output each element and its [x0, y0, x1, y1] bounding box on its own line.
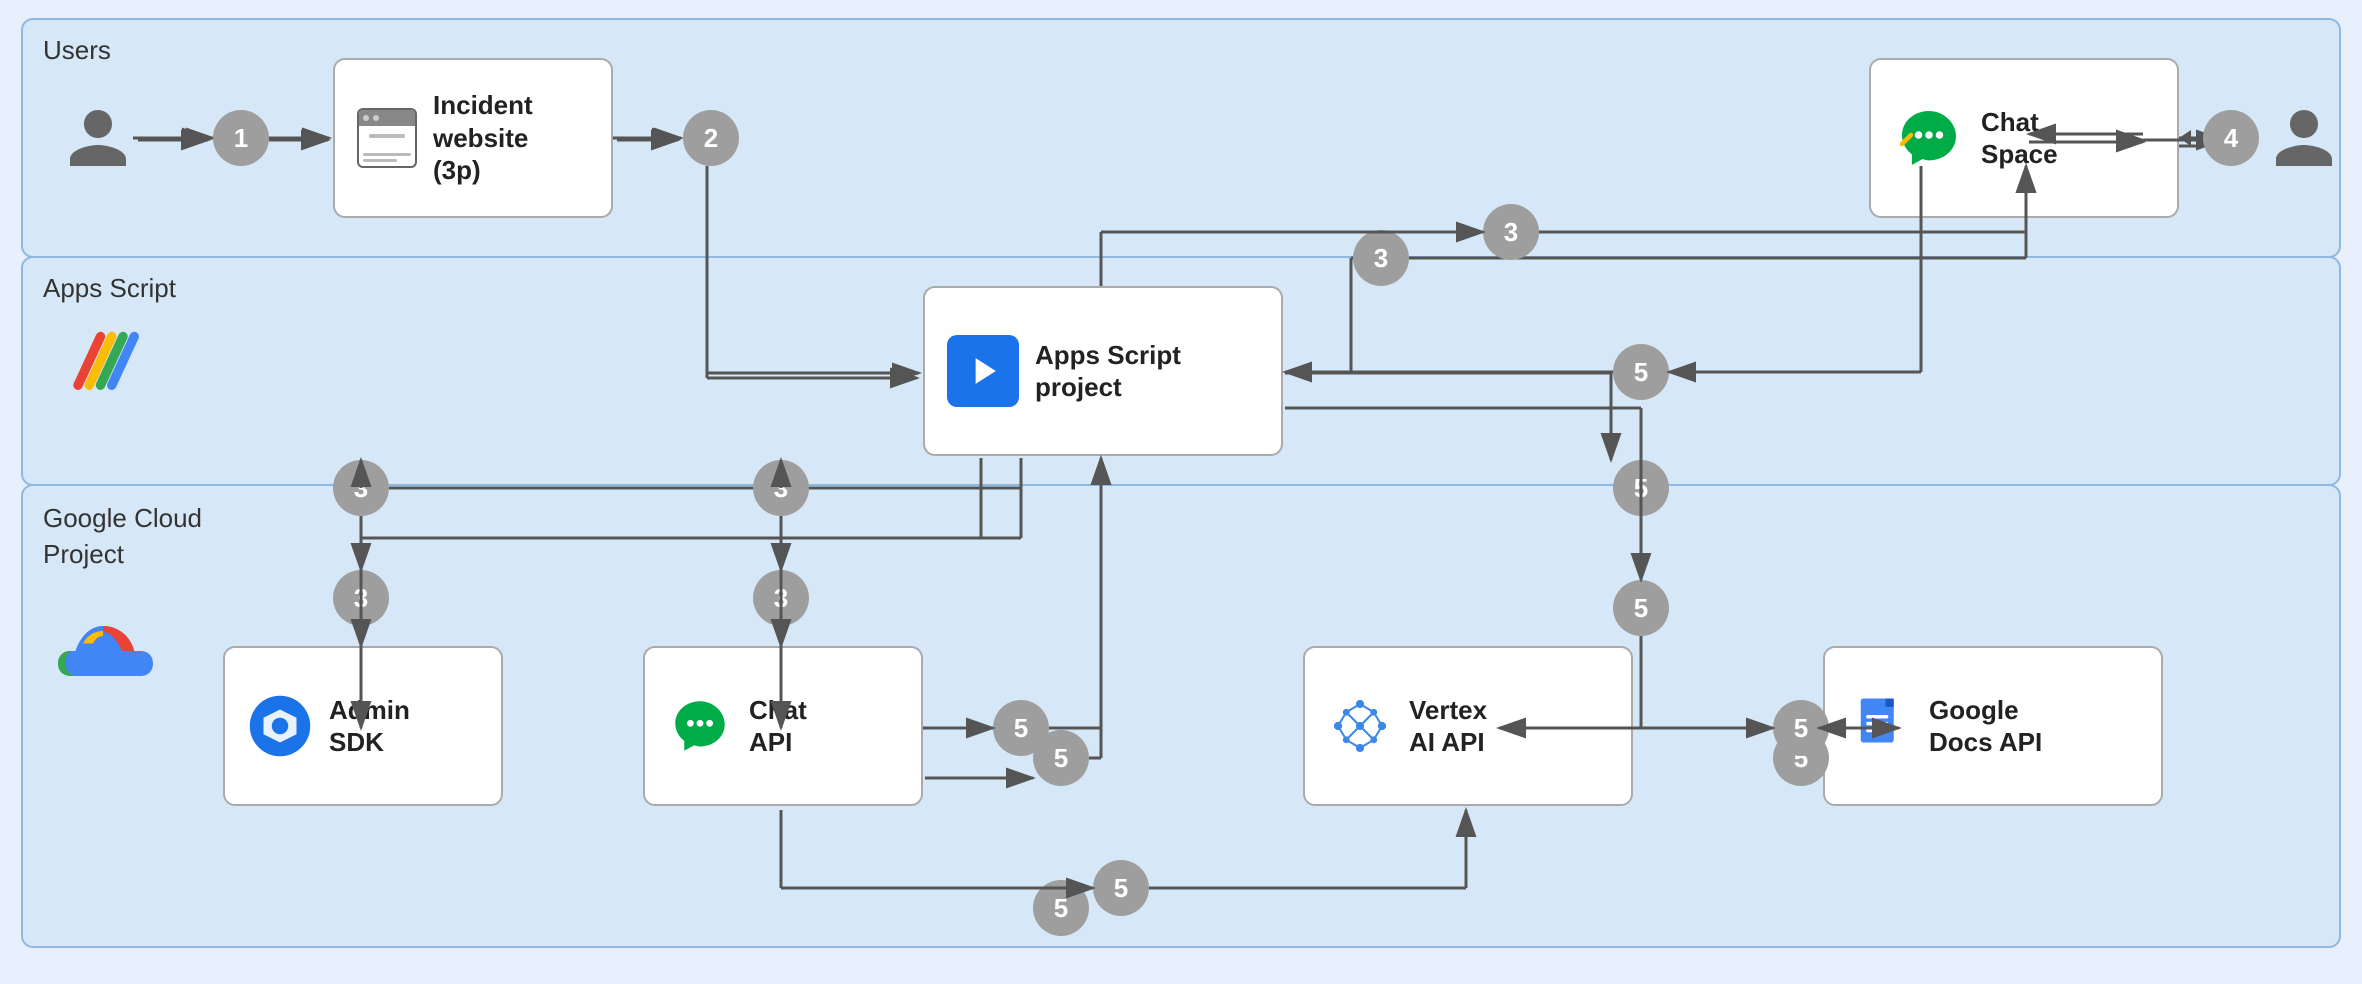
user-person-left — [63, 103, 133, 173]
gcp-logo — [53, 616, 153, 701]
admin-sdk-node: AdminSDK — [223, 646, 503, 806]
admin-sdk-icon — [247, 693, 313, 759]
chat-api-node: ChatAPI — [643, 646, 923, 806]
step-2-circle: 2 — [683, 110, 739, 166]
swimlane-users: Users 1 Inciden — [21, 18, 2341, 258]
chat-api-label: ChatAPI — [749, 694, 807, 759]
chat-space-icon — [1893, 102, 1965, 174]
incident-website-node: Incidentwebsite(3p) — [333, 58, 613, 218]
step-1-circle: 1 — [213, 110, 269, 166]
vertex-ai-label: VertexAI API — [1409, 694, 1487, 759]
appsscript-logo — [63, 314, 153, 409]
google-docs-label: GoogleDocs API — [1929, 694, 2042, 759]
swimlane-appsscript: Apps Script Apps Scriptproject — [21, 256, 2341, 486]
chat-space-node: ChatSpace — [1869, 58, 2179, 218]
admin-sdk-label: AdminSDK — [329, 694, 410, 759]
apps-script-project-label: Apps Scriptproject — [1035, 339, 1181, 404]
step-4-circle: 4 — [2203, 110, 2259, 166]
google-docs-node: GoogleDocs API — [1823, 646, 2163, 806]
chat-space-label: ChatSpace — [1981, 106, 2058, 171]
google-docs-icon — [1847, 693, 1913, 759]
user-person-right — [2269, 103, 2339, 173]
apps-script-project-icon — [947, 335, 1019, 407]
diagram-container: Users 1 Inciden — [21, 18, 2341, 948]
incident-website-label: Incidentwebsite(3p) — [433, 89, 533, 187]
appsscript-label: Apps Script — [43, 272, 176, 306]
apps-script-project-node: Apps Scriptproject — [923, 286, 1283, 456]
swimlane-gcp: Google CloudProject AdminSDK — [21, 484, 2341, 948]
incident-website-icon — [357, 108, 417, 168]
vertex-ai-icon — [1327, 693, 1393, 759]
users-label: Users — [43, 34, 111, 68]
chat-api-icon — [667, 693, 733, 759]
vertex-ai-node: VertexAI API — [1303, 646, 1633, 806]
gcp-label: Google CloudProject — [43, 500, 202, 573]
